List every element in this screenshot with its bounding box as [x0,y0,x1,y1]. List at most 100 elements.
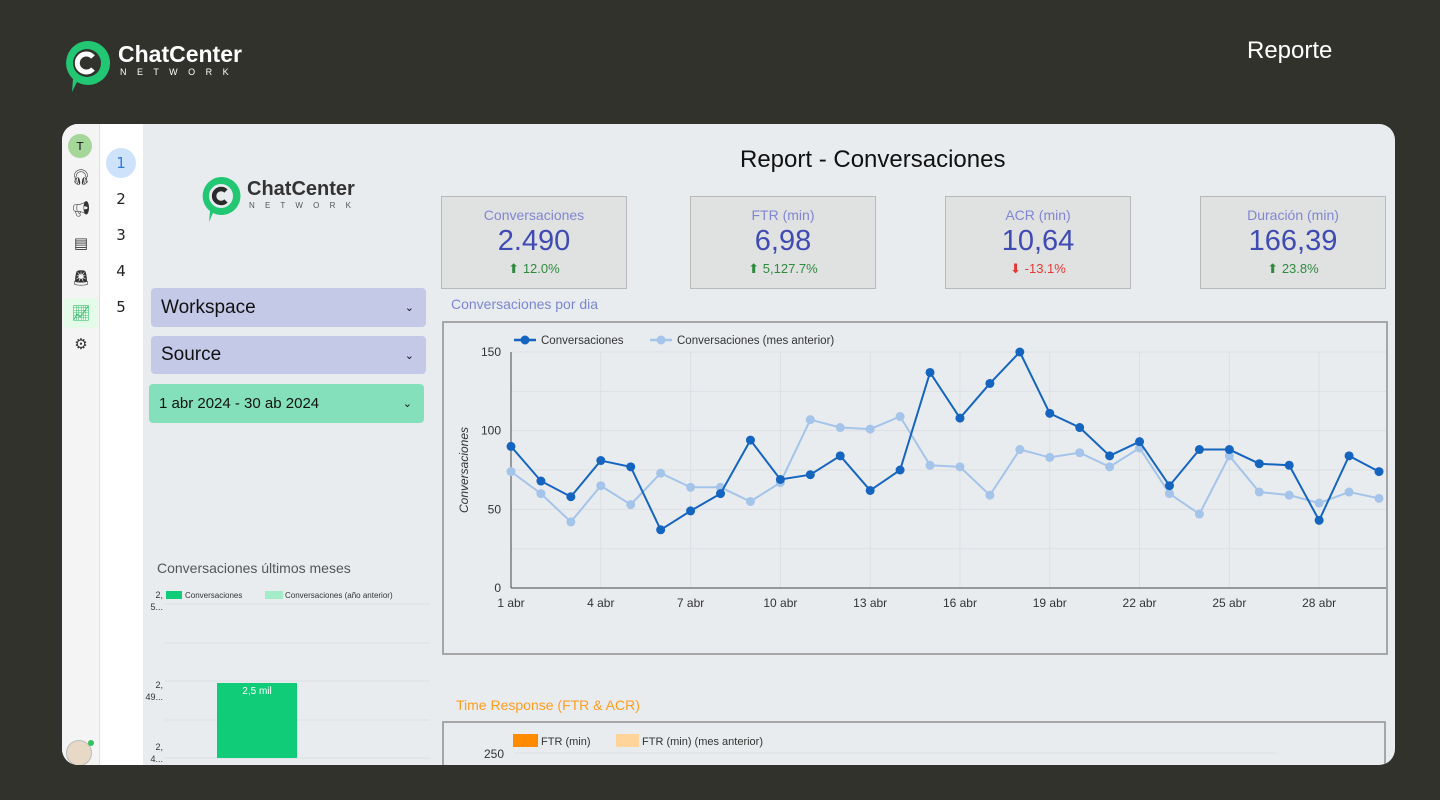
kpi-acr: ACR (min) 10,64 ⬇︎ -13.1% [945,196,1131,289]
legend-swatch [265,591,283,599]
legend-swatch [166,591,182,599]
data-point [895,465,905,475]
workspace-label: Workspace [161,296,256,318]
kpi-conversaciones: Conversaciones 2.490 ⬆︎ 12.0% [441,196,627,289]
y-tick-label: 250 [484,747,504,761]
data-point [835,451,845,461]
kpi-value: 6,98 [754,225,812,257]
chevron-down-icon: ⌄ [404,302,414,314]
y-tick-label: 0 [494,581,501,595]
x-tick-label: 13 abr [853,596,887,610]
y-tick-label: 5... [150,602,163,612]
source-label: Source [161,344,222,365]
data-point [1015,347,1025,357]
data-point [805,470,815,480]
header-logo: ChatCenter N E T W O R K [62,37,262,93]
page-5[interactable]: 5 [106,292,136,322]
line-chart-title: Conversaciones por dia [451,296,599,312]
data-point [1314,498,1324,508]
legend-swatch [616,734,639,747]
data-point [536,476,546,486]
report-brand: ChatCenter [247,178,355,200]
legend-label: FTR (min) [541,736,591,748]
source-dropdown[interactable]: Source ⌄ [151,336,426,374]
y-tick-label: 2, [155,742,163,752]
series-line [510,350,1380,532]
data-point [566,517,576,527]
megaphone-icon[interactable]: 📢︎ [68,196,94,222]
x-tick-label: 10 abr [763,596,797,610]
arrow-down-icon: ⬇︎ [1010,261,1025,276]
brand-name: ChatCenter [118,41,242,67]
y-tick-label: 150 [481,345,501,359]
page-3[interactable]: 3 [106,220,136,250]
alarm-icon[interactable]: 🚨︎ [68,265,94,291]
data-point [955,462,965,472]
data-point [716,489,726,499]
data-point [1045,452,1055,462]
database-icon[interactable]: ▤ [68,230,94,256]
page-1[interactable]: 1 [106,148,136,178]
data-point [865,424,875,434]
arrow-up-icon: ⬆︎ [748,261,763,276]
data-point [506,467,516,477]
kpi-delta: -13.1% [1024,261,1066,276]
data-point [1075,423,1085,433]
kpi-label: FTR (min) [751,207,815,223]
data-point [1045,408,1055,418]
data-point [1374,493,1384,503]
data-point [656,468,666,478]
x-tick-label: 28 abr [1302,596,1336,610]
data-point [506,441,516,451]
data-point [985,490,995,500]
gear-icon[interactable]: ⚙ [68,331,94,357]
chevron-down-icon: ⌄ [402,398,412,410]
y-tick-label: 2, [155,590,163,600]
headset-icon[interactable]: 🎧︎ [68,164,94,190]
x-tick-label: 4 abr [587,596,614,610]
date-range-picker[interactable]: 1 abr 2024 - 30 ab 2024 ⌄ [149,384,424,423]
date-range-label: 1 abr 2024 - 30 ab 2024 [159,395,320,412]
data-point [955,413,965,423]
data-point [686,482,696,492]
data-point [775,474,785,484]
data-point [1344,487,1354,497]
page-heading: Reporte [1247,37,1333,64]
kpi-value: 10,64 [1001,225,1075,257]
data-point [596,456,606,466]
data-point [1194,509,1204,519]
report-title: Report - Conversaciones [740,146,1006,173]
time-response-svg: FTR (min) FTR (min) (mes anterior) 250 [484,734,1276,761]
brand-sub: N E T W O R K [120,67,233,77]
data-point [1164,481,1174,491]
legend-marker [520,335,530,345]
data-point [805,415,815,425]
data-point [1194,445,1204,455]
x-tick-label: 1 abr [497,596,524,610]
y-tick-label: 100 [481,424,501,438]
data-point [626,462,636,472]
legend-label: FTR (min) (mes anterior) [642,736,763,748]
data-point [596,481,606,491]
kpi-value: 166,39 [1248,225,1338,257]
data-point [1254,487,1264,497]
chart-icon[interactable]: 📈︎ [64,298,98,328]
workspace-dropdown[interactable]: Workspace ⌄ [151,288,426,327]
legend-marker [656,335,666,345]
data-point [1224,445,1234,455]
x-tick-label: 19 abr [1033,596,1067,610]
bar-chart-title: Conversaciones últimos meses [157,560,351,576]
data-point [536,489,546,499]
page-2[interactable]: 2 [106,184,136,214]
y-axis-label: Conversaciones [457,427,471,513]
x-tick-label: 25 abr [1212,596,1246,610]
user-avatar[interactable]: T [68,134,92,158]
kpi-value: 2.490 [497,225,571,257]
chevron-down-icon: ⌄ [404,349,414,362]
data-point [1015,445,1025,455]
data-point [1374,467,1384,477]
kpi-label: Conversaciones [483,207,585,223]
report-logo: ChatCenter N E T W O R K [199,174,369,224]
data-point [626,500,636,510]
page-4[interactable]: 4 [106,256,136,286]
